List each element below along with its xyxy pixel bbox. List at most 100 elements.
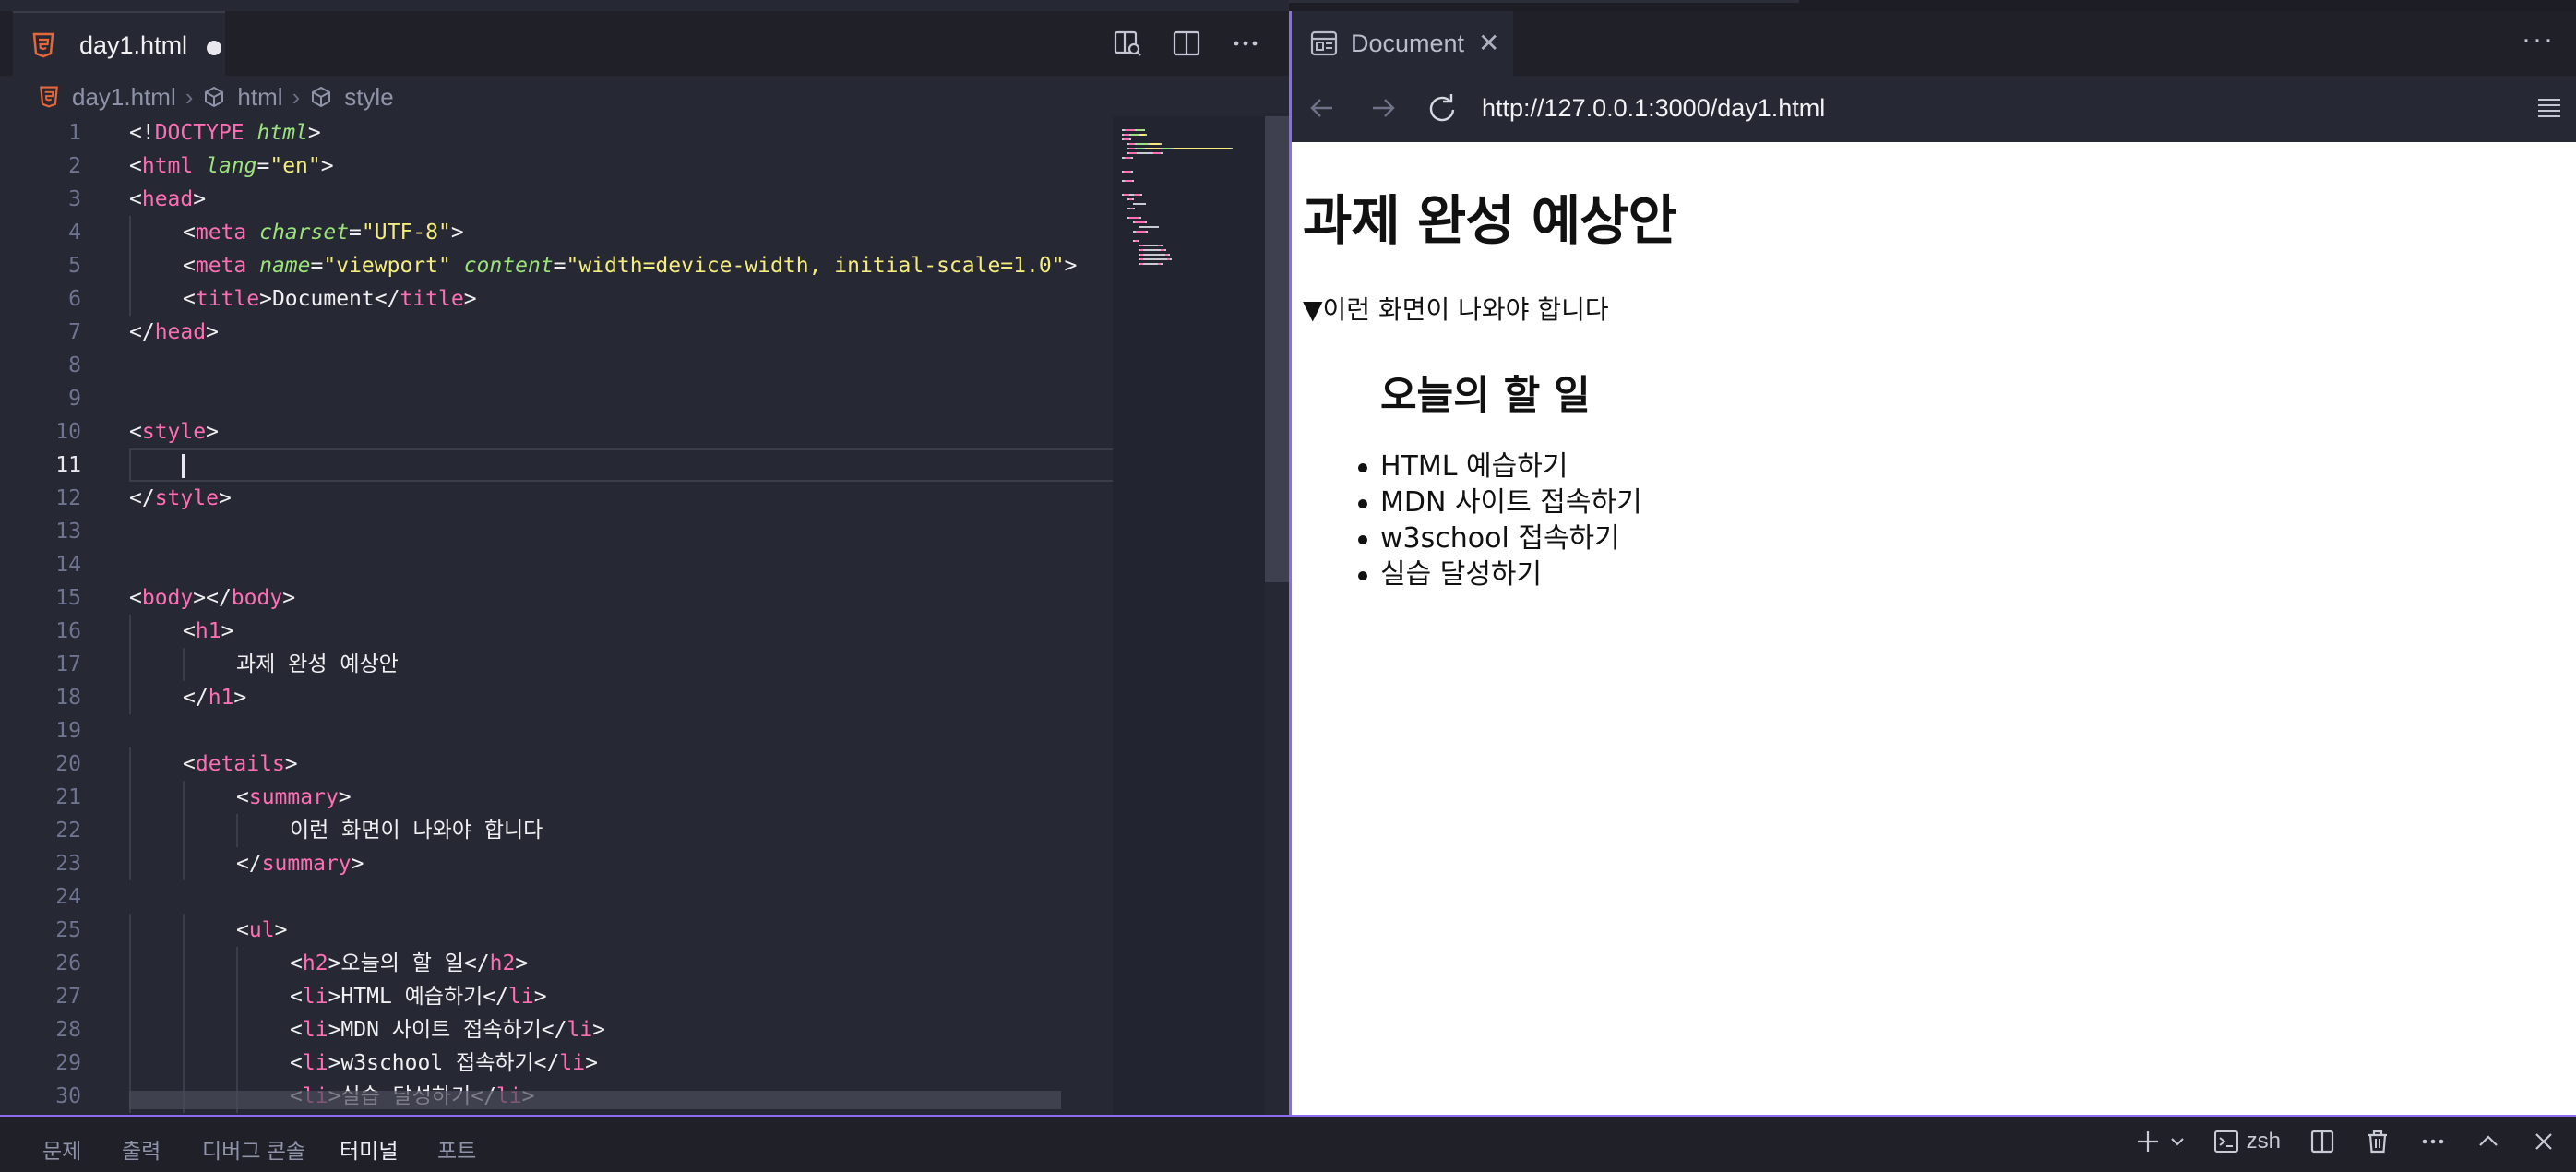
minimap[interactable]	[1113, 116, 1265, 1115]
code-line[interactable]: 23 </summary>	[0, 847, 1116, 880]
url-input[interactable]: http://127.0.0.1:3000/day1.html	[1482, 94, 1825, 123]
unsaved-dot-icon[interactable]	[207, 41, 221, 55]
code-line[interactable]: 27 <li>HTML 예습하기</li>	[0, 980, 1116, 1013]
indent-guide	[183, 781, 185, 814]
indent-guide	[183, 814, 185, 847]
line-number: 29	[55, 1051, 81, 1075]
code-line[interactable]: 15 <body></body>	[0, 581, 1116, 615]
code-line[interactable]: 28 <li>MDN 사이트 접속하기</li>	[0, 1013, 1116, 1046]
code-line[interactable]: 7 </head>	[0, 316, 1116, 349]
code-text: </style>	[129, 486, 232, 510]
code-line[interactable]: 10 <style>	[0, 415, 1116, 448]
chevron-down-icon[interactable]	[2169, 1128, 2186, 1155]
code-editor[interactable]: 1 <!DOCTYPE html> 2 <html lang="en"> 3 <head>…	[0, 116, 1116, 1115]
minimap-stroke	[1144, 148, 1160, 149]
panel-bar: 문제 출력 디버그 콘솔 터미널 포트 zsh	[0, 1115, 2576, 1172]
indent-guide	[236, 947, 238, 980]
scrollbar-thumb[interactable]	[1265, 116, 1289, 582]
minimap-stroke	[1143, 249, 1162, 251]
line-number: 12	[55, 486, 81, 510]
indent-guide	[183, 648, 185, 681]
code-line[interactable]: 4 <meta charset="UTF-8">	[0, 216, 1116, 249]
indent-guide	[129, 648, 131, 681]
tab-terminal[interactable]: 터미널	[340, 1133, 398, 1165]
chevron-right-icon: ›	[292, 82, 301, 111]
more-actions-icon[interactable]	[2419, 1128, 2447, 1155]
breadcrumb-item-file[interactable]: day1.html	[37, 83, 176, 112]
indent-guide	[129, 681, 131, 714]
minimap-stroke	[1161, 245, 1163, 246]
todo-list: HTML 예습하기 MDN 사이트 접속하기 w3school 접속하기 실습 …	[1358, 448, 1642, 592]
minimap-stroke	[1161, 148, 1172, 149]
terminal-selector[interactable]: zsh	[2213, 1129, 2281, 1154]
close-icon[interactable]: ✕	[1478, 28, 1499, 58]
code-line[interactable]: 26 <h2>오늘의 할 일</h2>	[0, 947, 1116, 980]
line-number: 7	[68, 320, 81, 344]
element-cube-icon	[312, 86, 331, 108]
breadcrumb-item-html[interactable]: html	[202, 83, 283, 112]
ellipsis-icon[interactable]: ···	[2522, 24, 2555, 55]
browser-tab-bar: Document ✕ ···	[1292, 11, 2576, 76]
code-line[interactable]: 29 <li>w3school 접속하기</li>	[0, 1046, 1116, 1080]
code-line[interactable]: 17 과제 완성 예상안	[0, 648, 1116, 681]
code-line[interactable]: 19	[0, 714, 1116, 747]
code-line[interactable]: 25 <ul>	[0, 914, 1116, 947]
line-number: 19	[55, 719, 81, 743]
reload-icon[interactable]	[1425, 90, 1460, 126]
code-line[interactable]: 11	[0, 448, 1116, 482]
code-line[interactable]: 14	[0, 548, 1116, 581]
minimap-stroke	[1231, 148, 1234, 149]
tab-day1-html[interactable]: day1.html	[13, 11, 225, 76]
code-line[interactable]: 24	[0, 880, 1116, 914]
code-line[interactable]: 16 <h1>	[0, 615, 1116, 648]
vertical-scrollbar[interactable]	[1265, 116, 1289, 1115]
indent-guide	[129, 249, 131, 282]
back-arrow-icon[interactable]	[1305, 90, 1340, 126]
code-line[interactable]: 3 <head>	[0, 183, 1116, 216]
close-panel-icon[interactable]	[2530, 1128, 2558, 1155]
indent-guide	[129, 947, 131, 980]
code-line[interactable]: 20 <details>	[0, 747, 1116, 781]
code-line[interactable]: 18 </h1>	[0, 681, 1116, 714]
code-line[interactable]: 9	[0, 382, 1116, 415]
split-terminal-icon[interactable]	[2308, 1128, 2336, 1155]
hamburger-menu-icon[interactable]	[2536, 96, 2562, 120]
list-item: 실습 달성하기	[1358, 556, 1642, 592]
line-number: 2	[68, 154, 81, 178]
code-line[interactable]: 1 <!DOCTYPE html>	[0, 116, 1116, 149]
code-line[interactable]: 13	[0, 515, 1116, 548]
forward-arrow-icon[interactable]	[1366, 90, 1401, 126]
code-line[interactable]: 21 <summary>	[0, 781, 1116, 814]
open-preview-icon[interactable]	[1112, 28, 1143, 59]
horizontal-scrollbar[interactable]	[129, 1091, 1061, 1109]
code-line[interactable]: 12 </style>	[0, 482, 1116, 515]
code-line[interactable]: 8	[0, 349, 1116, 382]
tab-label: Document	[1351, 30, 1465, 57]
terminal-name: zsh	[2246, 1129, 2281, 1154]
tab-problems[interactable]: 문제	[42, 1133, 81, 1165]
line-number: 9	[68, 387, 81, 411]
code-line[interactable]: 2 <html lang="en">	[0, 149, 1116, 183]
chevron-up-icon[interactable]	[2475, 1128, 2502, 1155]
new-terminal-icon[interactable]	[2134, 1128, 2162, 1155]
tab-output[interactable]: 출력	[122, 1133, 161, 1165]
code-line[interactable]: 22 이런 화면이 나와야 합니다	[0, 814, 1116, 847]
code-text: <style>	[129, 420, 219, 444]
trash-icon[interactable]	[2364, 1128, 2391, 1155]
code-line[interactable]: 6 <title>Document</title>	[0, 282, 1116, 316]
breadcrumb-item-style[interactable]: style	[309, 83, 394, 112]
more-actions-icon[interactable]	[1230, 28, 1261, 59]
code-line[interactable]: 5 <meta name="viewport" content="width=de…	[0, 249, 1116, 282]
code-text: </head>	[129, 320, 219, 344]
code-text: <!DOCTYPE html>	[129, 121, 321, 145]
tab-debug-console[interactable]: 디버그 콘솔	[202, 1133, 305, 1165]
tab-ports[interactable]: 포트	[437, 1133, 476, 1165]
split-editor-icon[interactable]	[1171, 28, 1202, 59]
minimap-stroke	[1145, 134, 1148, 136]
code-text: </h1>	[183, 686, 247, 710]
tab-document[interactable]: Document ✕	[1292, 11, 1513, 76]
indent-guide	[129, 1046, 131, 1080]
list-item: MDN 사이트 접속하기	[1358, 486, 1642, 519]
line-number: 15	[55, 586, 81, 610]
details-summary[interactable]: ▼이런 화면이 나와야 합니다	[1303, 290, 1609, 327]
